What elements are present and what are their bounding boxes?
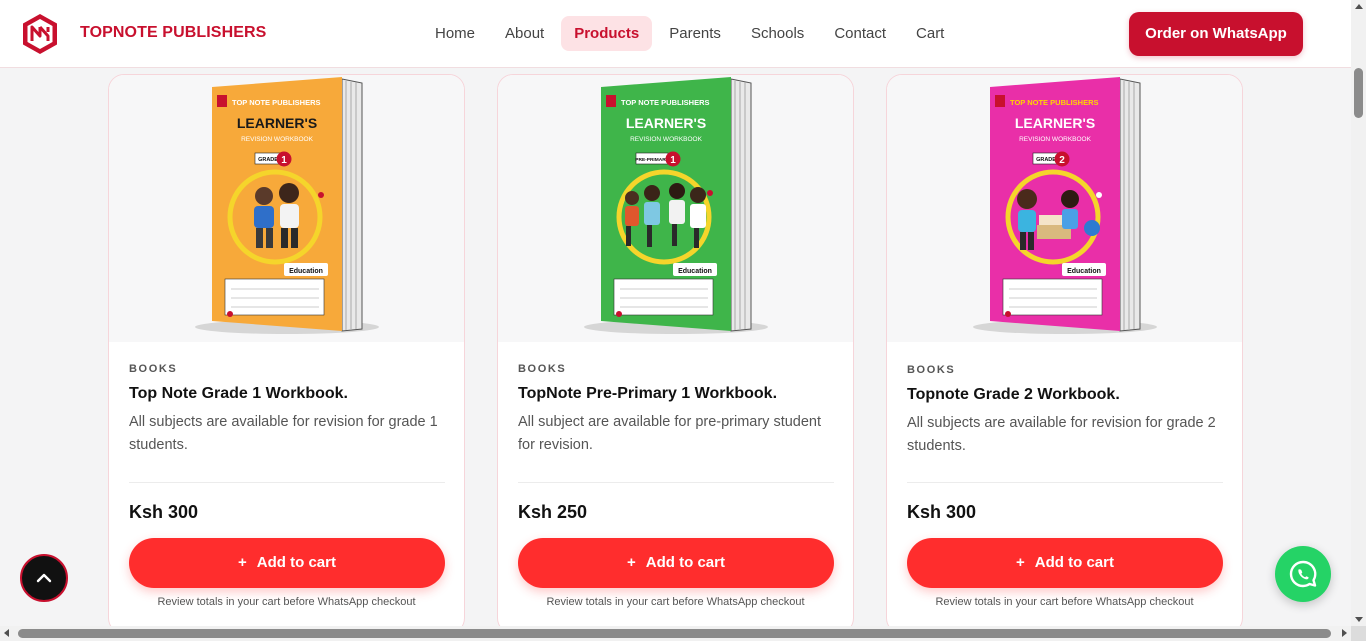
horizontal-scroll-thumb[interactable] — [18, 629, 1331, 638]
product-image[interactable]: TOP NOTE PUBLISHERS LEARNER'S REVISION W… — [498, 75, 853, 342]
horizontal-scrollbar[interactable] — [0, 626, 1366, 641]
card-divider — [907, 482, 1223, 483]
cover-badge: Education — [1067, 268, 1101, 275]
nav-item-home[interactable]: Home — [422, 16, 488, 51]
topnote-logo-icon[interactable] — [20, 12, 60, 56]
cover-badge: Education — [289, 268, 323, 275]
add-to-cart-button[interactable]: + Add to cart — [907, 538, 1223, 588]
add-to-cart-label: Add to cart — [645, 554, 725, 571]
order-on-whatsapp-button[interactable]: Order on WhatsApp — [1129, 12, 1303, 56]
product-description: All subject are available for pre-primar… — [518, 414, 822, 453]
nav-item-schools[interactable]: Schools — [738, 16, 817, 51]
product-price: Ksh 250 — [518, 502, 588, 522]
book-cover-illustration: TOP NOTE PUBLISHERS LEARNER'S REVISION W… — [973, 77, 1157, 334]
product-image[interactable]: TOP NOTE PUBLISHERS LEARNER'S REVISION W… — [887, 75, 1242, 342]
plus-icon: + — [238, 554, 247, 571]
plus-icon: + — [1016, 554, 1025, 571]
product-category: BOOKS — [129, 363, 178, 375]
cover-level-label: GRADE — [1036, 157, 1056, 163]
scrollbar-corner — [1351, 626, 1366, 641]
vertical-scrollbar[interactable] — [1351, 0, 1366, 626]
product-description: All subjects are available for revision … — [907, 415, 1216, 454]
cover-level-label: GRADE — [258, 157, 278, 163]
cover-heading: LEARNER'S — [237, 115, 317, 131]
card-divider — [518, 482, 834, 483]
add-to-cart-button[interactable]: + Add to cart — [518, 538, 834, 588]
card-divider — [129, 482, 445, 483]
cover-publisher: TOP NOTE PUBLISHERS — [1010, 98, 1099, 107]
cover-subheading: REVISION WORKBOOK — [241, 136, 314, 143]
cover-subheading: REVISION WORKBOOK — [630, 136, 703, 143]
back-to-top-button[interactable] — [20, 554, 68, 602]
brand-name[interactable]: TOPNOTE PUBLISHERS — [80, 24, 266, 42]
checkout-note: Review totals in your cart before WhatsA… — [157, 596, 416, 608]
cover-level-number: 2 — [1059, 155, 1065, 166]
cover-level-number: 1 — [281, 155, 287, 166]
cover-publisher: TOP NOTE PUBLISHERS — [232, 98, 321, 107]
product-price: Ksh 300 — [907, 502, 977, 522]
product-title[interactable]: Topnote Grade 2 Workbook. — [907, 386, 1120, 404]
whatsapp-icon — [1289, 560, 1317, 588]
product-image[interactable]: TOP NOTE PUBLISHERS LEARNER'S REVISION W… — [109, 75, 464, 342]
site-header: TOPNOTE PUBLISHERS Home About Products P… — [0, 0, 1351, 68]
product-title[interactable]: Top Note Grade 1 Workbook. — [129, 385, 348, 403]
book-cover-illustration: TOP NOTE PUBLISHERS LEARNER'S REVISION W… — [584, 77, 768, 334]
product-card: TOP NOTE PUBLISHERS LEARNER'S REVISION W… — [108, 74, 465, 634]
product-card: TOP NOTE PUBLISHERS LEARNER'S REVISION W… — [886, 74, 1243, 634]
cover-heading: LEARNER'S — [1015, 115, 1095, 131]
scroll-left-arrow-icon[interactable] — [4, 629, 9, 637]
nav-item-contact[interactable]: Contact — [821, 16, 899, 51]
cover-publisher: TOP NOTE PUBLISHERS — [621, 98, 710, 107]
product-title[interactable]: TopNote Pre-Primary 1 Workbook. — [518, 385, 777, 403]
product-card: TOP NOTE PUBLISHERS LEARNER'S REVISION W… — [497, 74, 854, 634]
product-price: Ksh 300 — [129, 502, 199, 522]
whatsapp-chat-button[interactable] — [1275, 546, 1331, 602]
vertical-scroll-thumb[interactable] — [1354, 68, 1363, 118]
add-to-cart-label: Add to cart — [1034, 554, 1114, 571]
scroll-right-arrow-icon[interactable] — [1342, 629, 1347, 637]
nav-item-about[interactable]: About — [492, 16, 557, 51]
add-to-cart-button[interactable]: + Add to cart — [129, 538, 445, 588]
chevron-up-icon — [36, 573, 52, 583]
scroll-down-arrow-icon[interactable] — [1355, 617, 1363, 622]
nav-item-parents[interactable]: Parents — [656, 16, 734, 51]
add-to-cart-label: Add to cart — [256, 554, 336, 571]
cover-heading: LEARNER'S — [626, 115, 706, 131]
cover-subheading: REVISION WORKBOOK — [1019, 136, 1092, 143]
main-nav: Home About Products Parents Schools Cont… — [422, 16, 961, 51]
checkout-note: Review totals in your cart before WhatsA… — [546, 596, 805, 608]
nav-item-products[interactable]: Products — [561, 16, 653, 51]
cover-level-label: PRE-PRIMARY — [635, 157, 669, 163]
scroll-up-arrow-icon[interactable] — [1355, 4, 1363, 9]
plus-icon: + — [627, 554, 636, 571]
book-cover-illustration: TOP NOTE PUBLISHERS LEARNER'S REVISION W… — [195, 77, 379, 334]
nav-item-cart[interactable]: Cart — [903, 16, 957, 51]
checkout-note: Review totals in your cart before WhatsA… — [935, 596, 1194, 608]
cover-level-number: 1 — [670, 155, 676, 166]
product-category: BOOKS — [907, 364, 956, 376]
cover-badge: Education — [678, 268, 712, 275]
product-category: BOOKS — [518, 363, 567, 375]
product-description: All subjects are available for revision … — [129, 414, 438, 453]
